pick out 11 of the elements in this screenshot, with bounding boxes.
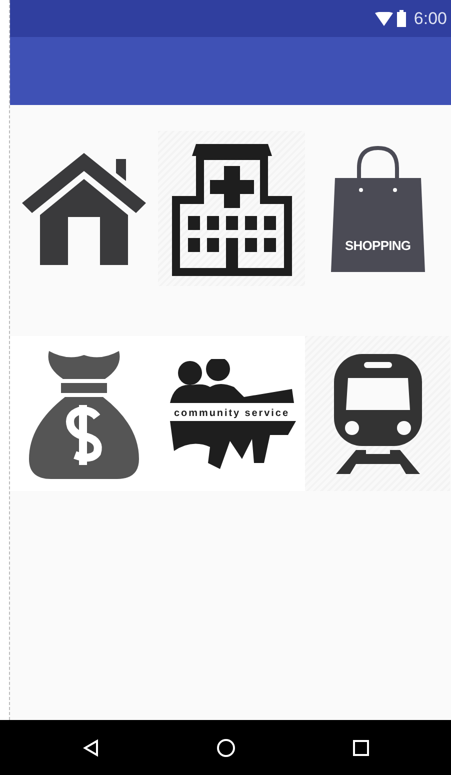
home-icon[interactable] bbox=[216, 738, 236, 758]
icon-caption: community service bbox=[174, 408, 288, 418]
icon-caption: SHOPPING bbox=[344, 238, 410, 252]
recents-icon[interactable] bbox=[352, 740, 368, 756]
hospital-icon[interactable] bbox=[170, 142, 294, 276]
train-icon[interactable] bbox=[332, 352, 424, 476]
clock: 6:00 bbox=[414, 8, 447, 30]
battery-icon bbox=[396, 10, 406, 27]
house-icon[interactable] bbox=[22, 150, 146, 266]
wifi-icon bbox=[374, 12, 393, 26]
back-icon[interactable] bbox=[82, 738, 98, 756]
